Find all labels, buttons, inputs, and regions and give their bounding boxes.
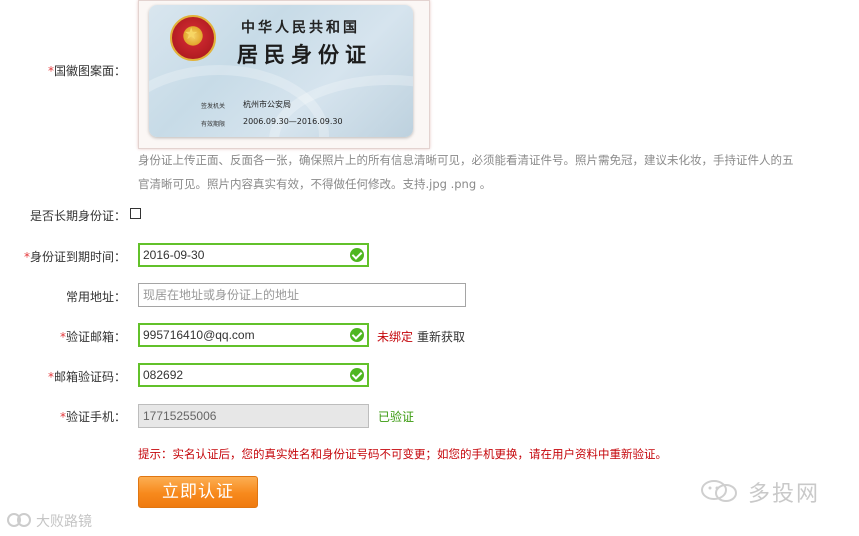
verify-now-button[interactable]: 立即认证: [138, 476, 258, 508]
upload-hint-line-1: 身份证上传正面、反面各一张，确保照片上的所有信息清晰可见，必须能看清证件号。照片…: [138, 153, 794, 167]
upload-hint-line-2: 官清晰可见。照片内容真实有效，不得做任何修改。支持.jpg .png 。: [138, 177, 492, 191]
phone-verified-status: 已验证: [378, 410, 415, 424]
phone-label: *验证手机：: [59, 410, 126, 424]
wechat-icon: [700, 479, 740, 503]
expiry-label: *身份证到期时间：: [23, 250, 126, 264]
watermark-left: 大败路镜: [6, 508, 92, 531]
email-input[interactable]: 995716410@qq.com: [138, 323, 369, 347]
email-status: 未绑定: [377, 330, 414, 344]
email-code-input[interactable]: 082692: [138, 363, 369, 387]
check-circle-icon: [350, 368, 364, 382]
expiry-date-input[interactable]: 2016-09-30: [138, 243, 369, 267]
realname-tip: 提示：实名认证后，您的真实姓名和身份证号码不可变更；如您的手机更换，请在用户资料…: [138, 447, 667, 461]
card-validity-value: 2006.09.30—2016.09.30: [243, 117, 343, 126]
address-input[interactable]: 现居在地址或身份证上的地址: [138, 283, 466, 307]
email-code-label: *邮箱验证码：: [47, 370, 126, 384]
card-validity-key: 有效期限: [201, 121, 226, 128]
id-card-image[interactable]: ★ 中华人民共和国 居民身份证 签发机关 杭州市公安局 有效期限 2006.09…: [138, 0, 430, 149]
long-term-checkbox[interactable]: [130, 208, 141, 219]
email-label: *验证邮箱：: [59, 330, 126, 344]
check-circle-icon: [350, 328, 364, 342]
card-issuer-value: 杭州市公安局: [243, 100, 291, 109]
national-emblem-icon: ★: [170, 15, 216, 61]
watermark-right: 多投网: [700, 476, 820, 508]
id-card: ★ 中华人民共和国 居民身份证 签发机关 杭州市公安局 有效期限 2006.09…: [149, 5, 413, 137]
resend-email-link[interactable]: 重新获取: [417, 328, 465, 345]
card-issuer-key: 签发机关: [201, 103, 226, 110]
camera-logo-icon: [6, 511, 32, 529]
upload-hint: 身份证上传正面、反面各一张，确保照片上的所有信息清晰可见，必须能看清证件号。照片…: [138, 148, 838, 196]
check-circle-icon: [350, 248, 364, 262]
long-term-label: 是否长期身份证：: [29, 209, 126, 223]
phone-input: 17715255006: [138, 404, 369, 428]
emblem-side-label: *国徽图案面：: [47, 64, 126, 78]
address-label: 常用地址：: [65, 290, 126, 304]
card-country: 中华人民共和国: [241, 20, 360, 36]
card-title: 居民身份证: [237, 42, 372, 67]
